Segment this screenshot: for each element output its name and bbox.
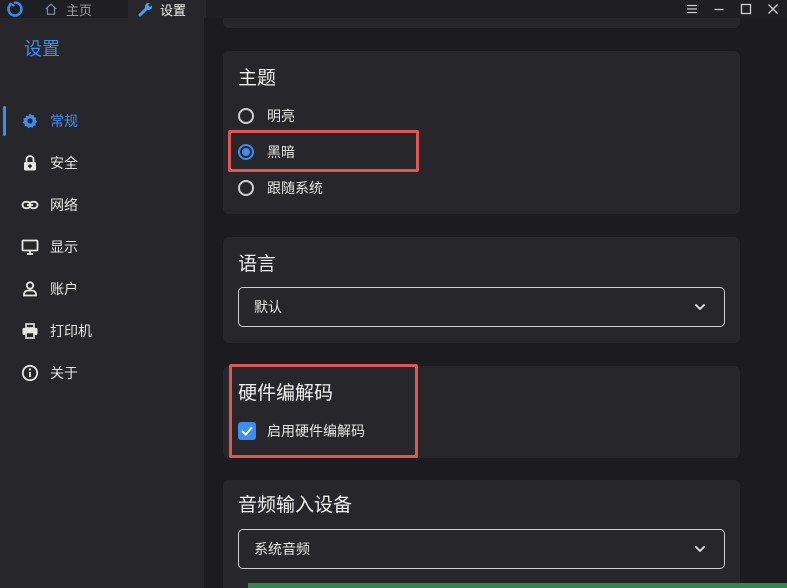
theme-option-light[interactable]: 明亮: [238, 105, 295, 127]
sidebar-title: 设置: [24, 39, 60, 60]
sidebar-item-network[interactable]: 网络: [0, 184, 204, 226]
sidebar: 设置 常规 安全 网络 显示 账户 打印机 关于: [0, 18, 205, 588]
radio-button[interactable]: [238, 108, 254, 124]
title-bar: 主页 设置: [0, 0, 787, 19]
sidebar-item-security[interactable]: 安全: [0, 142, 204, 184]
tab-settings[interactable]: 设置: [128, 0, 206, 19]
sidebar-item-label: 显示: [50, 240, 78, 256]
monitor-icon: [21, 239, 39, 255]
sidebar-item-label: 安全: [50, 156, 78, 172]
sidebar-item-label: 网络: [50, 198, 78, 214]
theme-option-label: 黑暗: [267, 145, 295, 161]
menu-icon: [687, 4, 697, 14]
maximize-button[interactable]: [733, 0, 759, 18]
minimize-icon: [714, 8, 724, 11]
tab-home[interactable]: 主页: [44, 0, 128, 19]
radio-button[interactable]: [238, 180, 254, 196]
sidebar-item-label: 打印机: [50, 324, 92, 340]
sidebar-item-account[interactable]: 账户: [0, 268, 204, 310]
hw-codec-card: 硬件编解码 启用硬件编解码: [223, 366, 740, 458]
gear-icon: [22, 113, 38, 129]
tab-settings-label: 设置: [160, 3, 187, 19]
theme-option-label: 跟随系统: [267, 181, 323, 197]
theme-option-label: 明亮: [267, 109, 295, 125]
user-icon: [23, 281, 37, 297]
chevron-down-icon: [695, 546, 705, 552]
hw-codec-checkbox-label: 启用硬件编解码: [267, 424, 365, 440]
sidebar-item-label: 账户: [50, 282, 78, 298]
info-icon: [21, 364, 39, 382]
theme-option-dark[interactable]: 黑暗: [238, 141, 295, 163]
sidebar-item-label: 关于: [50, 366, 78, 382]
checkmark-icon: [241, 426, 253, 436]
link-icon: [21, 200, 39, 210]
maximize-icon: [740, 3, 752, 15]
previous-card: [223, 18, 740, 28]
close-button[interactable]: [760, 0, 786, 18]
sidebar-item-general[interactable]: 常规: [0, 100, 204, 142]
background-window-edge: [248, 583, 787, 588]
menu-button[interactable]: [679, 0, 705, 18]
theme-option-system[interactable]: 跟随系统: [238, 177, 323, 199]
theme-title: 主题: [238, 67, 277, 89]
audio-input-title: 音频输入设备: [238, 494, 353, 516]
radio-button[interactable]: [238, 144, 254, 160]
audio-input-card: 音频输入设备 系统音频: [223, 480, 740, 588]
hw-codec-title: 硬件编解码: [238, 382, 334, 404]
sidebar-item-label: 常规: [50, 114, 78, 130]
chevron-down-icon: [695, 304, 705, 310]
lock-icon: [24, 155, 36, 171]
audio-input-select[interactable]: 系统音频: [238, 529, 725, 569]
sidebar-nav: 常规 安全 网络 显示 账户 打印机 关于: [0, 100, 204, 394]
language-card: 语言 默认: [223, 237, 740, 343]
sidebar-item-about[interactable]: 关于: [0, 352, 204, 394]
sidebar-item-display[interactable]: 显示: [0, 226, 204, 268]
audio-input-select-value: 系统音频: [254, 542, 310, 558]
hw-codec-option[interactable]: 启用硬件编解码: [238, 420, 365, 442]
language-select[interactable]: 默认: [238, 287, 725, 327]
theme-card: 主题 明亮 黑暗 跟随系统: [223, 51, 740, 214]
wrench-icon: [138, 2, 153, 17]
minimize-button[interactable]: [706, 0, 732, 18]
hw-codec-checkbox[interactable]: [238, 422, 256, 440]
language-title: 语言: [238, 253, 277, 275]
printer-icon: [22, 323, 38, 339]
sidebar-item-printer[interactable]: 打印机: [0, 310, 204, 352]
settings-content[interactable]: 主题 明亮 黑暗 跟随系统 语言 默认 硬件编解码 启用硬件编解码 音频输入设备…: [205, 18, 787, 588]
home-icon: [45, 3, 57, 15]
tab-home-label: 主页: [66, 3, 93, 19]
close-icon: [768, 4, 778, 14]
language-select-value: 默认: [254, 300, 282, 316]
app-logo-icon: [7, 1, 23, 17]
